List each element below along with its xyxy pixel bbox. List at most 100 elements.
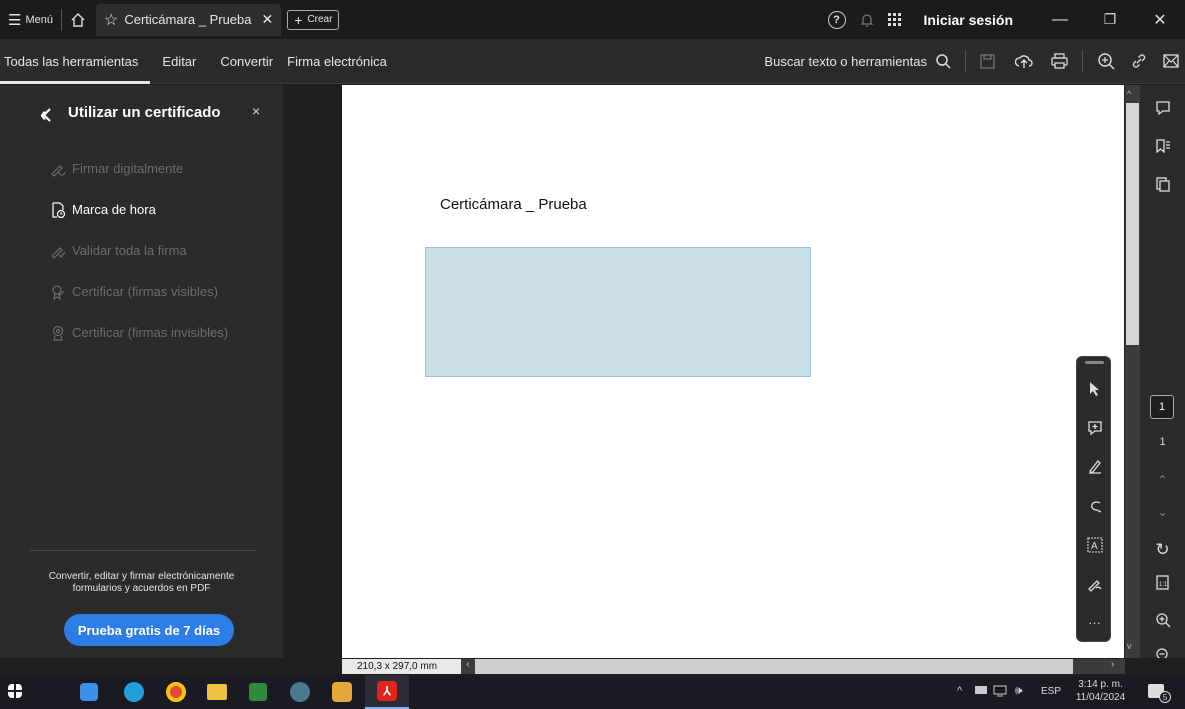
back-chevron-icon (42, 108, 51, 122)
windows-start-icon[interactable] (8, 684, 22, 698)
freehand-draw-icon[interactable] (1077, 498, 1112, 514)
chrome-icon[interactable] (166, 682, 186, 702)
clock[interactable]: 3:14 p. m. 11/04/2024 (1068, 678, 1133, 704)
star-icon[interactable]: ☆ (104, 10, 118, 30)
scroll-left-icon[interactable]: ‹ (461, 659, 475, 674)
panel-close-icon[interactable]: × (252, 103, 260, 119)
comment-icon[interactable] (1140, 100, 1185, 116)
scroll-up-icon[interactable]: ^ (1127, 89, 1131, 99)
close-tab-icon[interactable]: ✕ (262, 11, 274, 28)
signin-button[interactable]: Iniciar sesión (924, 12, 1013, 28)
tools-bar: Todas las herramientas Editar Convertir … (0, 39, 1185, 84)
create-button[interactable]: + Crear (287, 9, 340, 30)
app-launcher-icon[interactable] (332, 682, 352, 702)
close-window-button[interactable]: ✕ (1135, 0, 1185, 39)
menu-button[interactable]: ☰ Menú (8, 11, 53, 29)
bell-icon[interactable] (860, 12, 874, 28)
chrome-profile-icon[interactable] (290, 682, 310, 702)
certify-invisible-label: Certificar (firmas invisibles) (72, 325, 229, 340)
acrobat-taskbar-button[interactable]: ⅄ (365, 675, 409, 709)
maximize-button[interactable]: ❐ (1085, 0, 1135, 39)
tab-edit[interactable]: Editar (150, 39, 208, 84)
mail-icon[interactable] (1163, 54, 1179, 68)
sign-digitally-label: Firmar digitalmente (72, 161, 184, 176)
minimize-button[interactable]: — (1035, 0, 1085, 39)
right-rail: 1 1 ⌃ ⌄ ↻ 1:1 (1140, 85, 1185, 663)
apps-grid-icon[interactable] (887, 12, 902, 27)
file-explorer-icon[interactable] (207, 684, 227, 700)
search-tools-button[interactable]: Buscar texto o herramientas (764, 53, 951, 69)
certify-visible-label: Certificar (firmas visibles) (72, 284, 218, 299)
previous-page-icon[interactable]: ⌃ (1140, 473, 1185, 487)
home-icon (71, 12, 85, 27)
volume-icon[interactable]: 🕪 (1015, 683, 1023, 698)
acrobat-icon: ⅄ (377, 681, 397, 701)
close-icon: ✕ (1153, 11, 1167, 29)
horizontal-scrollbar-track[interactable] (1073, 659, 1125, 674)
network-icon[interactable] (993, 684, 1007, 698)
edge-browser-icon[interactable] (124, 682, 144, 702)
pages-icon[interactable] (1140, 176, 1185, 192)
battery-icon[interactable] (975, 686, 987, 694)
drag-handle[interactable] (1085, 361, 1104, 364)
document-heading: Certicámara _ Prueba (440, 196, 587, 213)
page-size-readout: 210,3 x 297,0 mm (342, 659, 461, 674)
language-indicator[interactable]: ESP (1041, 686, 1061, 697)
timestamp-item[interactable]: Marca de hora (0, 189, 283, 230)
save-icon[interactable] (980, 54, 995, 69)
pdf-page[interactable]: Certicámara _ Prueba (342, 85, 1124, 658)
page-total: 1 (1159, 436, 1166, 448)
quick-tools-toolbar: A ··· (1076, 356, 1111, 642)
scroll-down-icon[interactable]: v (1127, 641, 1132, 651)
promo-line-1: Convertir, editar y firmar electrónicame… (48, 571, 235, 582)
menu-label: Menú (25, 13, 53, 26)
validate-signatures-label: Validar toda la firma (72, 243, 187, 258)
zoom-in-icon[interactable] (1140, 612, 1185, 628)
scrollbar-thumb[interactable] (1126, 103, 1139, 345)
tab-convert[interactable]: Convertir (208, 39, 285, 84)
link-icon[interactable] (1131, 53, 1147, 69)
clock-date: 11/04/2024 (1075, 692, 1126, 703)
search-icon (936, 54, 951, 69)
clock-time: 3:14 p. m. (1078, 679, 1123, 690)
highlight-pen-icon[interactable] (1077, 458, 1112, 474)
status-bar: 210,3 x 297,0 mm ‹ › (283, 658, 1185, 675)
document-tab[interactable]: ☆ Certicámara _ Prueba ✕ (95, 3, 282, 36)
upload-cloud-icon[interactable] (1015, 54, 1033, 69)
timestamp-icon (52, 201, 66, 218)
tab-title: Certicámara _ Prueba (124, 12, 252, 27)
search-zoom-icon[interactable] (1097, 52, 1115, 70)
title-bar: ☰ Menú ☆ Certicámara _ Prueba ✕ + Crear … (0, 0, 1185, 39)
page-number-input[interactable]: 1 (1150, 395, 1174, 419)
panel-title: Utilizar un certificado (68, 104, 221, 121)
certify-visible-item: Certificar (firmas visibles) (0, 271, 283, 312)
fit-page-icon[interactable]: 1:1 (1140, 575, 1185, 591)
svg-text:A: A (1091, 541, 1098, 552)
signature-field-box[interactable] (425, 247, 811, 377)
text-box-icon[interactable]: A (1077, 537, 1112, 553)
tab-all-tools[interactable]: Todas las herramientas (0, 39, 151, 84)
left-panel: ‹ Utilizar un certificado × Firmar digit… (0, 85, 283, 658)
system-tray-chevron-icon[interactable]: ^ (957, 685, 962, 697)
certify-invisible-icon (52, 325, 64, 341)
bookmark-icon[interactable] (1140, 138, 1185, 154)
scroll-right-icon[interactable]: › (1111, 659, 1114, 670)
fill-sign-icon[interactable] (1077, 576, 1112, 592)
validate-signatures-item: Validar toda la firma (0, 230, 283, 271)
tab-e-signature[interactable]: Firma electrónica (285, 39, 399, 84)
add-comment-icon[interactable] (1077, 420, 1112, 436)
print-icon[interactable] (1051, 53, 1068, 69)
select-cursor-icon[interactable] (1077, 381, 1112, 397)
horizontal-scrollbar-thumb[interactable] (475, 659, 1073, 674)
search-label: Buscar texto o herramientas (764, 53, 927, 69)
defender-icon[interactable] (80, 683, 98, 701)
help-icon[interactable]: ? (827, 10, 846, 29)
rotate-icon[interactable]: ↻ (1140, 540, 1185, 560)
next-page-icon[interactable]: ⌄ (1140, 505, 1185, 519)
home-button[interactable] (70, 12, 86, 28)
free-trial-button[interactable]: Prueba gratis de 7 días (64, 614, 234, 646)
vertical-scrollbar[interactable]: ^ v (1125, 85, 1140, 658)
more-tools-icon[interactable]: ··· (1077, 615, 1112, 630)
sign-digitally-item: Firmar digitalmente (0, 148, 283, 189)
project-app-icon[interactable] (249, 683, 267, 701)
